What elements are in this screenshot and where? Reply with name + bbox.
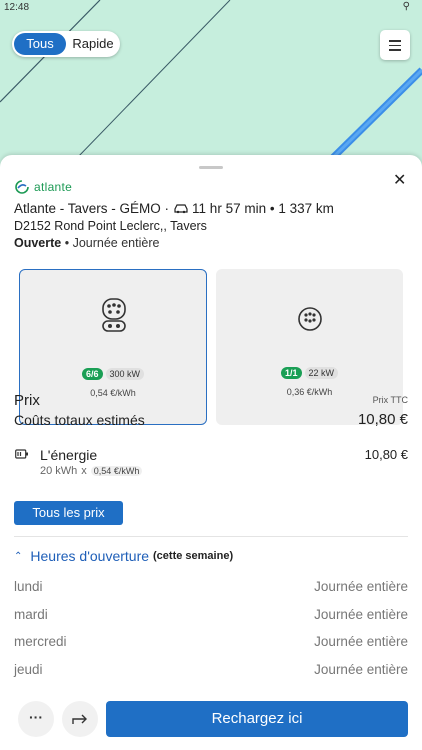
pricing-heading: Prix (14, 392, 40, 409)
ccs-connector-icon (102, 298, 126, 332)
brand-logo: atlante (14, 179, 72, 195)
energy-rate: 0,54 €/kWh (90, 466, 143, 476)
hours-value: Journée entière (314, 606, 408, 622)
opening-hours-subtitle: (cette semaine) (153, 550, 234, 562)
availability-badge: 6/6 (81, 368, 103, 380)
drag-handle[interactable] (199, 166, 223, 169)
opening-hours-list: lundi Journée entière mardi Journée enti… (14, 575, 408, 685)
filter-tous-button[interactable]: Tous (14, 33, 66, 55)
app-root: 12:48 ⚲ Tous Rapide ✕ atlante Atlante - … (0, 0, 422, 750)
energy-qty: 20 kWh (40, 465, 78, 477)
energy-breakdown: 20 kWh x 0,54 €/kWh (40, 465, 143, 477)
status-bar: 12:48 ⚲ (0, 0, 422, 16)
hours-summary: Journée entière (72, 236, 160, 250)
divider (14, 536, 408, 537)
open-status: Ouverte (14, 236, 62, 250)
distance: 1 337 km (278, 201, 334, 216)
chevron-up-icon: ⌃ (14, 550, 23, 562)
station-title: Atlante - Tavers - GÉMO (14, 201, 161, 216)
total-cost-label: Coûts totaux estimés (14, 412, 145, 428)
hours-day: jeudi (14, 661, 43, 677)
bottom-action-bar: ··· Rechargez ici (0, 694, 422, 750)
connector-card-ccs[interactable]: 6/6 300 kW 0,54 €/kWh (19, 269, 207, 425)
drive-time: 11 hr 57 min (192, 201, 267, 216)
filter-segment: Tous Rapide (12, 31, 120, 57)
hours-day: mercredi (14, 634, 67, 649)
power-badge: 300 kW (105, 368, 145, 380)
energy-label: L'énergie (40, 447, 98, 463)
opening-hours-title: Heures d'ouverture (30, 548, 150, 564)
atlante-logo-icon (15, 180, 29, 194)
connector-availability-row: 6/6 300 kW (20, 368, 206, 380)
hours-row: lundi Journée entière (14, 575, 408, 603)
connector-price: 0,54 €/kWh (90, 388, 136, 398)
filter-rapide-button[interactable]: Rapide (68, 33, 118, 55)
hours-day: mardi (14, 606, 48, 622)
opening-hours-toggle[interactable]: ⌃ Heures d'ouverture (cette semaine) (14, 548, 233, 564)
hours-value: Journée entière (314, 634, 408, 649)
hours-row: mardi Journée entière (14, 603, 408, 631)
hours-value: Journée entière (314, 579, 408, 594)
type2-connector-icon (298, 307, 322, 331)
energy-times: x (81, 465, 87, 477)
more-dots-icon: ··· (29, 709, 43, 725)
location-pin-icon: ⚲ (402, 1, 410, 12)
hours-row: jeudi Journée entière (14, 658, 408, 686)
status-time: 12:48 (4, 2, 30, 13)
station-hours-summary: Ouverte • Journée entière (14, 236, 160, 250)
power-badge: 22 kW (304, 367, 339, 379)
availability-badge: 1/1 (280, 367, 302, 379)
car-icon (174, 204, 188, 214)
hours-value: Journée entière (314, 661, 408, 677)
close-icon[interactable]: ✕ (393, 170, 406, 190)
battery-icon (15, 449, 28, 459)
all-prices-button[interactable]: Tous les prix (14, 501, 123, 525)
connector-availability-row: 1/1 22 kW (216, 367, 403, 379)
station-address: D2152 Rond Point Leclerc,, Tavers (14, 219, 207, 233)
charge-here-button[interactable]: Rechargez ici (106, 701, 408, 737)
share-button[interactable] (62, 701, 98, 737)
menu-button[interactable] (380, 30, 410, 60)
tax-note: Prix TTC (372, 395, 408, 405)
station-title-line: Atlante - Tavers - GÉMO · 11 hr 57 min •… (14, 201, 334, 216)
station-sheet: ✕ atlante Atlante - Tavers - GÉMO · 11 h… (0, 155, 422, 750)
brand-name: atlante (34, 180, 73, 194)
more-options-button[interactable]: ··· (18, 701, 54, 737)
hours-row: mercredi Journée entière (14, 630, 408, 658)
total-cost-value: 10,80 € (357, 411, 408, 428)
energy-value: 10,80 € (364, 447, 408, 462)
hours-day: lundi (14, 579, 43, 594)
share-arrow-icon (72, 714, 87, 724)
